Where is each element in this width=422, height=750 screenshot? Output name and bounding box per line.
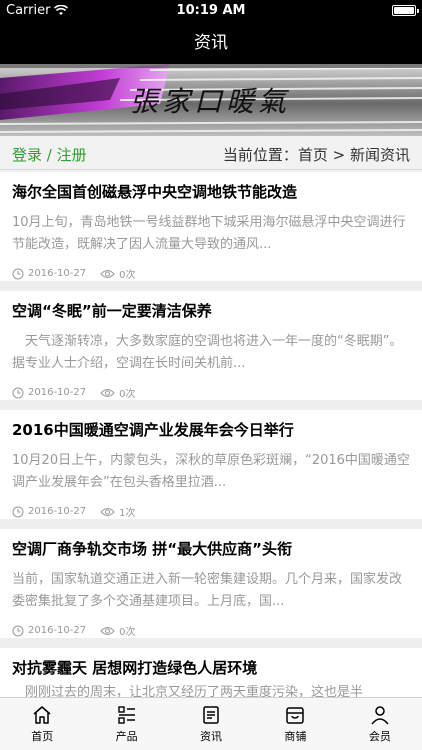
banner-calligraphy: 張家口暖氣 [130, 85, 291, 118]
eye-icon [100, 269, 115, 278]
article-date: 2016-10-27 [28, 625, 87, 636]
shop-icon [286, 707, 305, 724]
clock-icon [12, 506, 24, 517]
article-item[interactable]: 对抗雾霾天 居想网打造绿色人居环境 刚刚过去的周末，让北京又经历了两天重度污染，… [0, 648, 422, 697]
article-item[interactable]: 海尔全国首创磁悬浮中央空调地铁节能改造 10月上旬，青岛地铁一号线益群地下城采用… [0, 172, 422, 281]
article-title[interactable]: 海尔全国首创磁悬浮中央空调地铁节能改造 [12, 181, 297, 202]
breadcrumb-current: 新闻资讯 [349, 146, 410, 164]
auth-separator: / [42, 146, 57, 164]
article-views: 0次 [119, 389, 136, 400]
article-meta: 2016-10-27 0次 [12, 266, 136, 281]
article-summary: 天气逐渐转凉，大多数家庭的空调也将进入一年一度的“冬眠期”。 据专业人士介绍，空… [12, 334, 409, 371]
article-meta: 2016-10-27 1次 [12, 504, 136, 519]
clock-icon [12, 625, 24, 636]
article-title[interactable]: 2016中国暖通空调产业发展年会今日举行 [12, 419, 294, 440]
eye-icon [100, 626, 115, 635]
register-link[interactable]: 注册 [57, 146, 87, 164]
news-icon [203, 706, 219, 724]
tab-member-label: 会员 [368, 730, 391, 743]
breadcrumb-home[interactable]: 首页 [298, 146, 328, 164]
article-date: 2016-10-27 [28, 268, 87, 279]
article-item[interactable]: 2016中国暖通空调产业发展年会今日举行 10月20日上午，内蒙包头，深秋的草原… [0, 410, 422, 519]
breadcrumb-arrow: > [327, 146, 350, 164]
list-icon [117, 706, 135, 724]
clock-icon [12, 387, 24, 398]
status-bar: Carrier 10:19 AM [0, 0, 422, 22]
eye-icon [100, 388, 115, 397]
tab-home-label: 首页 [31, 730, 54, 743]
app-screen: Carrier 10:19 AM 资讯 張家口暖氣 登录 / 注册 当前位置：首… [0, 0, 422, 750]
article-views: 0次 [119, 270, 136, 281]
article-date: 2016-10-27 [28, 387, 87, 398]
breadcrumb-label: 当前位置： [222, 146, 298, 164]
article-summary: 10月上旬，青岛地铁一号线益群地下城采用海尔磁悬浮中央空调进行节能改造，既解决了… [12, 215, 406, 252]
article-title[interactable]: 空调“冬眠”前一定要清洁保养 [12, 300, 212, 321]
tab-shops[interactable]: 商铺 [253, 698, 337, 750]
tab-products-label: 产品 [115, 730, 138, 743]
nav-bar: 资讯 [0, 22, 422, 64]
tab-shops-label: 商铺 [284, 730, 307, 743]
tab-news[interactable]: 资讯 [169, 698, 253, 750]
article-item[interactable]: 空调厂商争轨交市场 拼“最大供应商”头衔 当前，国家轨道交通正进入新一轮密集建设… [0, 529, 422, 638]
breadcrumb: 当前位置：首页 > 新闻资讯 [223, 144, 410, 165]
location-row: 登录 / 注册 当前位置：首页 > 新闻资讯 [0, 136, 422, 170]
login-link[interactable]: 登录 [12, 146, 42, 164]
tab-bar: 首页 产品 资讯 商铺 会员 [0, 697, 422, 750]
article-date: 2016-10-27 [28, 506, 87, 517]
article-views: 1次 [119, 508, 136, 519]
article-meta: 2016-10-27 0次 [12, 385, 136, 400]
article-summary: 刚刚过去的周末，让北京又经历了两天重度污染，这也是半 [12, 685, 364, 697]
clock-icon [12, 268, 24, 279]
user-icon [371, 706, 389, 725]
banner-image: 張家口暖氣 [0, 64, 422, 136]
tab-member[interactable]: 会员 [338, 698, 422, 750]
article-summary: 10月20日上午，内蒙包头，深秋的草原色彩斑斓，“2016中国暖通空调产业发展年… [12, 453, 410, 490]
tab-products[interactable]: 产品 [84, 698, 168, 750]
battery-icon [392, 5, 419, 16]
page-title: 资讯 [194, 33, 228, 53]
auth-links: 登录 / 注册 [12, 144, 87, 165]
article-summary: 当前，国家轨道交通正进入新一轮密集建设期。几个月来，国家发改委密集批复了多个交通… [12, 572, 403, 609]
article-meta: 2016-10-27 0次 [12, 623, 136, 638]
tab-news-label: 资讯 [200, 730, 223, 743]
article-views: 0次 [119, 627, 136, 638]
eye-icon [100, 507, 115, 516]
home-icon [33, 706, 51, 724]
article-title[interactable]: 空调厂商争轨交市场 拼“最大供应商”头衔 [12, 538, 292, 559]
status-time: 10:19 AM [176, 3, 246, 18]
article-item[interactable]: 空调“冬眠”前一定要清洁保养 天气逐渐转凉，大多数家庭的空调也将进入一年一度的“… [0, 291, 422, 400]
tab-home[interactable]: 首页 [0, 698, 84, 750]
article-title[interactable]: 对抗雾霾天 居想网打造绿色人居环境 [12, 657, 257, 678]
